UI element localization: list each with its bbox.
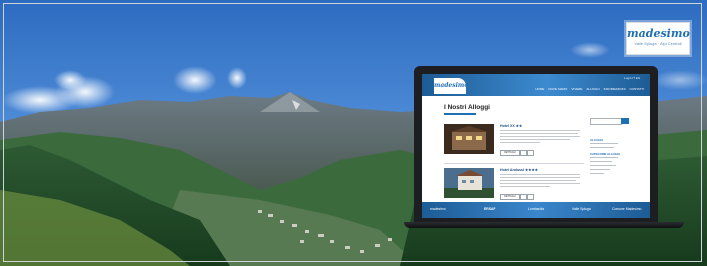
nav-item-vivere[interactable]: VIVERE: [571, 87, 582, 91]
hero-banner: madesimo Valle Spluga · Alpi Centrali ma…: [0, 0, 707, 266]
utility-links: Login IT EN: [624, 76, 640, 80]
nav-item-informazioni[interactable]: INFORMAZIONI: [604, 87, 626, 91]
email-icon[interactable]: [527, 150, 534, 156]
footer-logo-ersaf[interactable]: ERSAF: [484, 207, 496, 211]
footer-logo-comune[interactable]: Comune Madesimo: [612, 207, 641, 211]
search-input[interactable]: [590, 118, 622, 125]
utility-link[interactable]: EN: [636, 76, 640, 80]
text-line: [500, 180, 576, 181]
sidebar-link[interactable]: [590, 157, 618, 158]
text-line: [500, 133, 578, 134]
footer-logo-lombardia[interactable]: Lombardia: [528, 207, 544, 211]
phone-icon[interactable]: [520, 194, 527, 200]
website-screenshot: madesimo Login IT EN HOME DOVE SIAMO VIV…: [422, 74, 650, 218]
list-item: Hotel Andossi ★★★★ DETTAGLI: [444, 168, 584, 202]
search-button[interactable]: [621, 118, 629, 124]
text-line: [500, 177, 580, 178]
text-line: [500, 186, 550, 187]
listing-name[interactable]: Hotel XX ★★: [500, 124, 522, 128]
sidebar-heading: CATEGORIE ALLOGGI: [590, 152, 620, 156]
sidebar-heading: ALLOGGI: [590, 138, 603, 142]
page-title: I Nostri Alloggi: [444, 104, 490, 111]
text-line: [500, 183, 580, 184]
footer-logo-valle-spluga[interactable]: Valle Spluga: [572, 207, 591, 211]
listing-name[interactable]: Hotel Andossi ★★★★: [500, 168, 538, 172]
sidebar-link[interactable]: [590, 165, 616, 166]
nav-item-alloggi[interactable]: ALLOGGI: [586, 87, 599, 91]
hotel-photo[interactable]: [444, 124, 494, 154]
nav-item-home[interactable]: HOME: [535, 87, 544, 91]
laptop-base: [404, 222, 684, 228]
utility-link[interactable]: IT: [632, 76, 635, 80]
phone-icon[interactable]: [520, 150, 527, 156]
nav-item-contatti[interactable]: CONTATTI: [629, 87, 644, 91]
hotel-photo[interactable]: [444, 168, 494, 198]
utility-link[interactable]: Login: [624, 76, 631, 80]
footer-logo-madesimo[interactable]: madesimo: [430, 207, 446, 211]
list-item: Hotel XX ★★ DETTAGLI: [444, 124, 584, 158]
details-button[interactable]: DETTAGLI: [500, 194, 520, 200]
text-line: [500, 142, 540, 143]
details-button[interactable]: DETTAGLI: [500, 150, 520, 156]
text-line: [500, 136, 580, 137]
title-underline: [444, 113, 476, 115]
list-divider: [444, 163, 584, 164]
sidebar-link[interactable]: [590, 169, 610, 170]
sidebar-link[interactable]: [590, 147, 614, 148]
sidebar-link[interactable]: [590, 173, 604, 174]
logo-tagline: Valle Spluga · Alpi Centrali: [634, 41, 682, 46]
site-footer: madesimo ERSAF Lombardia Valle Spluga Co…: [422, 202, 650, 218]
logo-brand-text: madesimo: [627, 27, 690, 40]
sidebar-link[interactable]: [590, 161, 612, 162]
laptop-mockup: madesimo Login IT EN HOME DOVE SIAMO VIV…: [414, 66, 658, 224]
text-line: [500, 139, 570, 140]
site-nav: HOME DOVE SIAMO VIVERE ALLOGGI INFORMAZI…: [535, 87, 644, 91]
text-line: [500, 174, 580, 175]
text-line: [500, 130, 580, 131]
email-icon[interactable]: [527, 194, 534, 200]
site-logo[interactable]: madesimo: [434, 78, 468, 94]
sidebar-link[interactable]: [590, 143, 618, 144]
nav-item-dove-siamo[interactable]: DOVE SIAMO: [548, 87, 567, 91]
madesimo-logo[interactable]: madesimo Valle Spluga · Alpi Centrali: [626, 22, 690, 55]
site-header: madesimo Login IT EN HOME DOVE SIAMO VIV…: [422, 74, 650, 96]
